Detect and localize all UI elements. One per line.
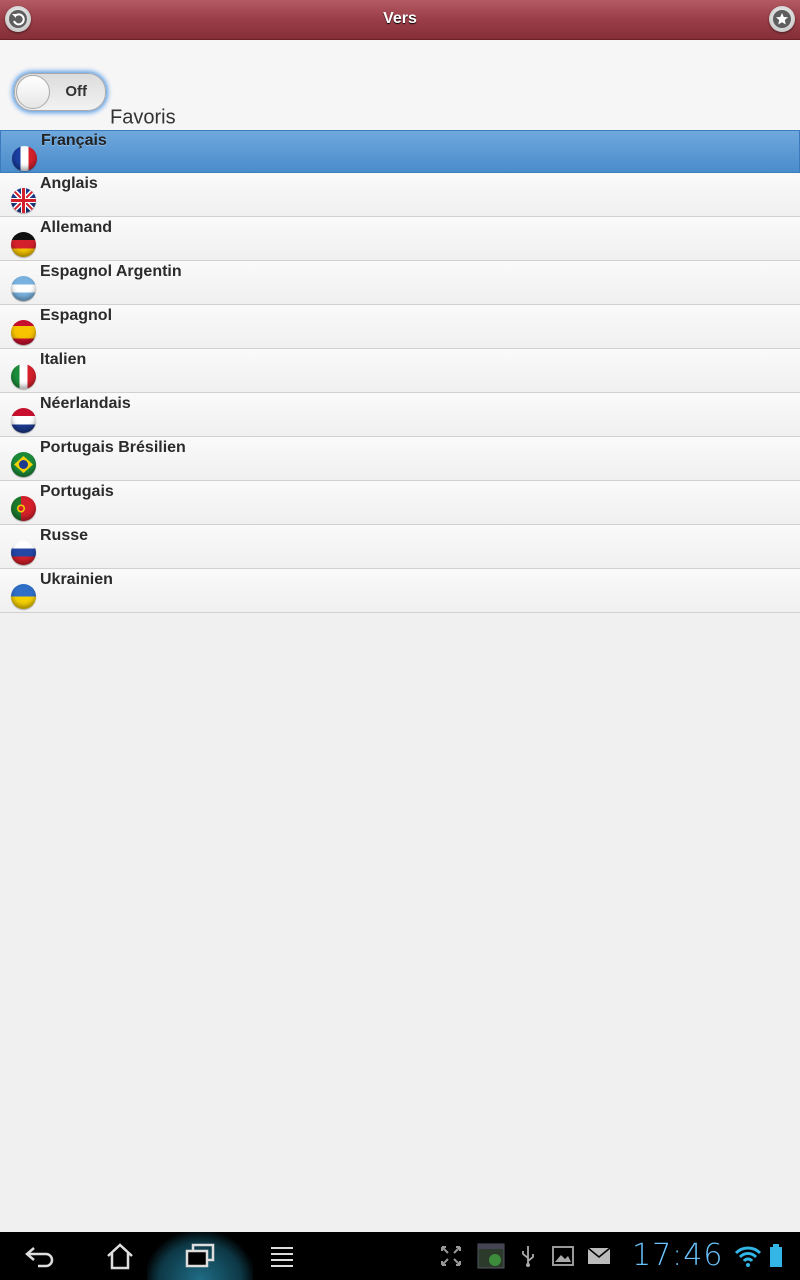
france-flag-icon	[12, 146, 37, 171]
argentina-flag-icon	[11, 276, 36, 301]
menu-icon	[271, 1247, 293, 1267]
language-item-ukrainien[interactable]: Ukrainien	[0, 569, 800, 613]
app-notification-icon[interactable]	[476, 1232, 506, 1280]
nav-menu-button[interactable]	[264, 1232, 300, 1280]
favorites-switch[interactable]: Off	[14, 73, 106, 111]
favorites-toggle-row: Off Favoris	[0, 40, 800, 131]
language-list: Français Anglais Allemand Espagnol Argen…	[0, 130, 800, 613]
favorites-label: Favoris	[110, 106, 176, 129]
netherlands-flag-icon	[11, 408, 36, 433]
language-item-portugais[interactable]: Portugais	[0, 481, 800, 525]
wifi-icon	[734, 1232, 762, 1280]
spain-flag-icon	[11, 320, 36, 345]
language-label: Espagnol	[40, 307, 113, 324]
screen-compat-icon[interactable]	[438, 1232, 464, 1280]
brazil-flag-icon	[11, 452, 36, 477]
home-icon	[107, 1243, 133, 1270]
battery-icon	[766, 1232, 786, 1280]
language-label: Allemand	[40, 219, 113, 236]
language-label: Portugais	[40, 483, 114, 500]
language-label: Français	[41, 132, 107, 149]
uk-flag-icon	[11, 188, 36, 213]
language-label: Russe	[40, 527, 89, 544]
language-item-espagnol-argentin[interactable]: Espagnol Argentin	[0, 261, 800, 305]
language-label: Néerlandais	[40, 395, 131, 412]
app-header: Vers	[0, 0, 800, 40]
ukraine-flag-icon	[11, 584, 36, 609]
italy-flag-icon	[11, 364, 36, 389]
favorite-button[interactable]	[769, 6, 795, 32]
germany-flag-icon	[11, 232, 36, 257]
status-clock: 17:46	[632, 1238, 724, 1273]
nav-back-button[interactable]	[20, 1232, 60, 1280]
gallery-icon	[550, 1232, 576, 1280]
language-label: Anglais	[40, 175, 98, 192]
language-label: Espagnol Argentin	[40, 263, 182, 280]
nav-home-button[interactable]	[100, 1232, 140, 1280]
language-item-espagnol[interactable]: Espagnol	[0, 305, 800, 349]
language-item-portugais-bresilien[interactable]: Portugais Brésilien	[0, 437, 800, 481]
language-label: Portugais Brésilien	[40, 439, 186, 456]
portugal-flag-icon	[11, 496, 36, 521]
recent-apps-icon	[185, 1243, 215, 1268]
language-label: Italien	[40, 351, 87, 368]
language-label: Ukrainien	[40, 571, 113, 588]
language-item-anglais[interactable]: Anglais	[0, 173, 800, 217]
favorite-star-icon	[773, 10, 791, 28]
email-icon	[586, 1232, 612, 1280]
back-arrow-icon	[25, 1247, 54, 1268]
switch-knob[interactable]	[16, 75, 50, 109]
switch-state-label: Off	[65, 83, 87, 100]
system-bar: 17:46	[0, 1232, 800, 1280]
russia-flag-icon	[11, 540, 36, 565]
language-item-francais[interactable]: Français	[0, 130, 800, 173]
nav-recent-apps-button[interactable]	[180, 1232, 220, 1280]
page-title: Vers	[383, 10, 417, 27]
usb-icon	[518, 1232, 538, 1280]
language-item-russe[interactable]: Russe	[0, 525, 800, 569]
